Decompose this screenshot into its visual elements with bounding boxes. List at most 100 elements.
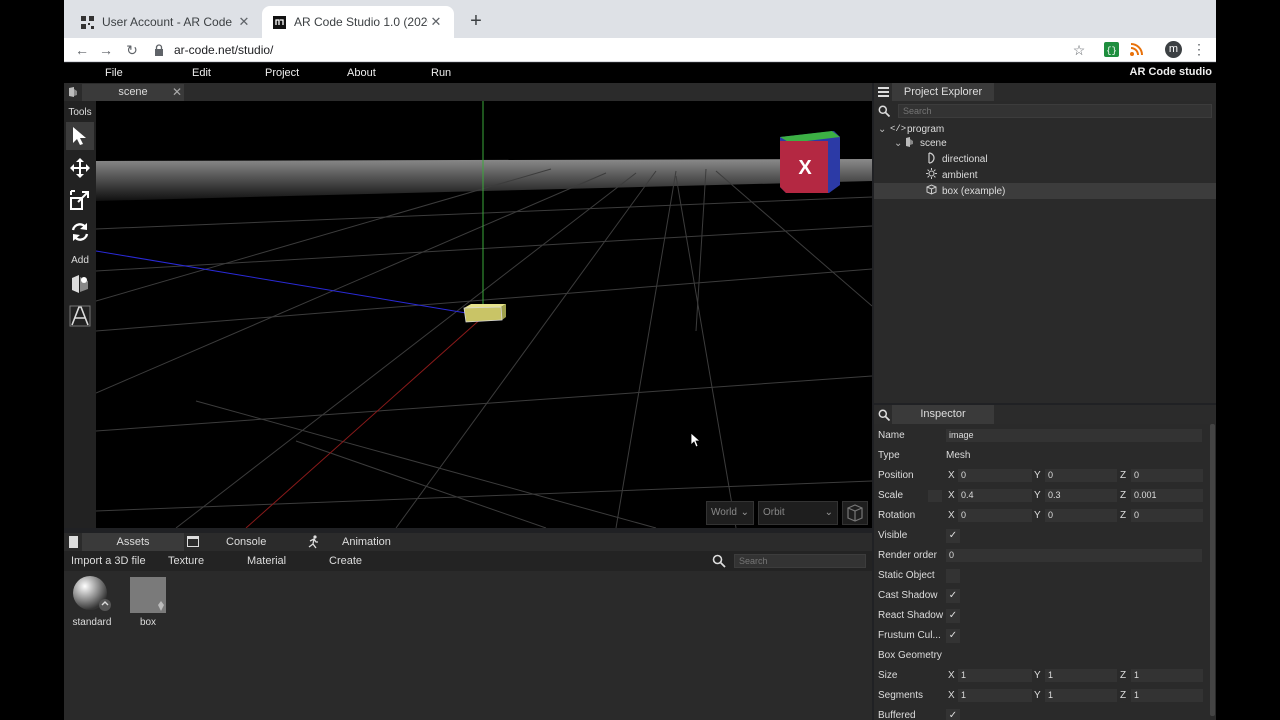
address-bar[interactable]: ar-code.net/studio/	[154, 39, 1094, 61]
name-field[interactable]: image	[946, 429, 1202, 442]
tree-item-directional[interactable]: directional	[926, 151, 988, 167]
material-button[interactable]: Material	[247, 555, 286, 567]
size-z-field[interactable]: 1	[1131, 669, 1203, 682]
react-shadow-checkbox[interactable]: ✓	[946, 609, 960, 623]
asset-search-input[interactable]	[734, 554, 866, 568]
box-geometry-heading: Box Geometry	[878, 650, 942, 661]
position-y-field[interactable]: 0	[1045, 469, 1117, 482]
tab-assets[interactable]: Assets	[82, 533, 184, 551]
tab-animation[interactable]: Animation	[342, 533, 391, 551]
import-3d-file-button[interactable]: Import a 3D file	[71, 555, 146, 567]
camera-mode-select[interactable]: Orbit ⌄	[758, 501, 838, 525]
create-button[interactable]: Create	[329, 555, 362, 567]
static-object-checkbox[interactable]	[946, 569, 960, 583]
menu-run[interactable]: Run	[431, 67, 451, 79]
segments-z-field[interactable]: 1	[1131, 689, 1203, 702]
hamburger-menu-icon[interactable]	[878, 87, 889, 97]
asset-item-standard[interactable]: standard	[70, 575, 114, 628]
segments-label: Segments	[878, 690, 924, 701]
scale-tool-button[interactable]	[66, 186, 94, 214]
browser-menu-icon[interactable]: ⋮	[1192, 41, 1206, 59]
close-tab-icon[interactable]: ✕	[428, 14, 444, 30]
menu-edit[interactable]: Edit	[192, 67, 211, 79]
rotate-icon	[71, 223, 89, 241]
axis-x-label: X	[948, 510, 955, 521]
tab-project-explorer[interactable]: Project Explorer	[892, 83, 994, 101]
reload-icon[interactable]: ↻	[122, 40, 142, 60]
sun-icon	[926, 168, 940, 182]
segments-y-field[interactable]: 1	[1045, 689, 1117, 702]
menu-file[interactable]: File	[105, 67, 123, 79]
explorer-search-input[interactable]	[898, 104, 1212, 118]
tree-item-label: ambient	[942, 169, 978, 181]
scale-y-field[interactable]: 0.3	[1045, 489, 1117, 502]
position-z-field[interactable]: 0	[1131, 469, 1203, 482]
profile-avatar[interactable]: m	[1165, 41, 1182, 58]
inspector-scrollbar[interactable]	[1210, 424, 1215, 716]
directional-light-icon	[926, 151, 940, 167]
select-tool-button[interactable]	[66, 122, 94, 150]
browser-tab-title: User Account - AR Code	[102, 15, 233, 29]
3d-viewport[interactable]: X World ⌄ Orbit ⌄	[96, 101, 872, 528]
tab-inspector[interactable]: Inspector	[892, 405, 994, 424]
visible-label: Visible	[878, 530, 908, 541]
asset-item-box[interactable]: box	[126, 575, 170, 628]
rss-feed-icon[interactable]	[1129, 42, 1145, 58]
browser-tab-studio[interactable]: AR Code Studio 1.0 (2020) ✕	[262, 6, 454, 38]
axis-y-label: Y	[1034, 690, 1041, 701]
space-select[interactable]: World ⌄	[706, 501, 754, 525]
bookmark-star-icon[interactable]: ☆	[1069, 40, 1089, 60]
axis-y-label: Y	[1034, 510, 1041, 521]
render-order-field[interactable]: 0	[946, 549, 1202, 562]
tree-item-scene[interactable]: ⌄ scene	[894, 135, 947, 151]
tab-console[interactable]: Console	[226, 533, 266, 551]
texture-button[interactable]: Texture	[168, 555, 204, 567]
buffered-checkbox[interactable]: ✓	[946, 709, 960, 720]
forward-icon[interactable]: →	[96, 40, 116, 60]
size-label: Size	[878, 670, 898, 681]
browser-tab-user-account[interactable]: User Account - AR Code ✕	[70, 6, 262, 38]
tree-item-box-example[interactable]: box (example)	[874, 183, 1216, 199]
rotation-x-field[interactable]: 0	[958, 509, 1032, 522]
move-tool-button[interactable]	[66, 154, 94, 182]
scale-x-field[interactable]: 0.4	[958, 489, 1032, 502]
box-mesh	[463, 304, 506, 323]
menu-about[interactable]: About	[347, 67, 376, 79]
rotate-tool-button[interactable]	[66, 218, 94, 246]
view-3d-toggle[interactable]	[842, 501, 868, 525]
add-object-button[interactable]	[66, 270, 94, 298]
ar-code-logo-icon	[272, 15, 286, 29]
bottom-panel-tabs: Assets Console Animation	[64, 533, 872, 551]
size-y-field[interactable]: 1	[1045, 669, 1117, 682]
space-select-value: World	[711, 507, 737, 518]
chevron-down-icon[interactable]: ⌄	[894, 138, 906, 149]
visible-checkbox[interactable]: ✓	[946, 529, 960, 543]
rotation-z-field[interactable]: 0	[1131, 509, 1203, 522]
tree-item-ambient[interactable]: ambient	[926, 167, 978, 183]
camera-mode-value: Orbit	[763, 507, 785, 518]
size-x-field[interactable]: 1	[958, 669, 1032, 682]
chevron-down-icon[interactable]: ⌄	[878, 124, 890, 135]
menu-project[interactable]: Project	[265, 67, 299, 79]
browser-window: User Account - AR Code ✕ AR Code Studio …	[64, 0, 1216, 720]
segments-x-field[interactable]: 1	[958, 689, 1032, 702]
scale-z-field[interactable]: 0.001	[1131, 489, 1203, 502]
close-icon[interactable]: ✕	[170, 84, 184, 101]
scale-lock-toggle[interactable]	[928, 490, 942, 502]
rotation-label: Rotation	[878, 510, 916, 521]
position-x-field[interactable]: 0	[958, 469, 1032, 482]
rotation-y-field[interactable]: 0	[1045, 509, 1117, 522]
add-object-icon	[72, 275, 88, 293]
new-tab-button[interactable]: +	[462, 8, 490, 36]
extension-json-icon[interactable]: {}	[1104, 42, 1120, 58]
close-tab-icon[interactable]: ✕	[236, 14, 252, 30]
tab-scene[interactable]: scene	[82, 84, 184, 101]
search-icon	[712, 554, 726, 568]
search-icon	[878, 409, 891, 422]
add-text-button[interactable]	[66, 302, 94, 330]
type-value: Mesh	[946, 450, 971, 461]
axis-x-label: X	[948, 670, 955, 681]
frustum-culled-checkbox[interactable]: ✓	[946, 629, 960, 643]
back-icon[interactable]: ←	[72, 40, 92, 60]
cast-shadow-checkbox[interactable]: ✓	[946, 589, 960, 603]
